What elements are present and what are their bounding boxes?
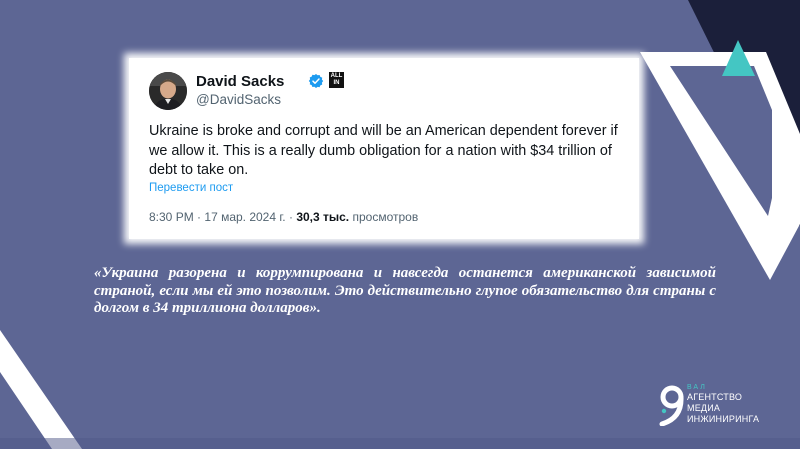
translate-post-link[interactable]: Перевести пост (149, 182, 233, 194)
affiliate-badge: ALL IN (329, 72, 344, 88)
author-name[interactable]: David Sacks (196, 73, 284, 90)
translation-quote: «Украина разорена и коррумпирована и нав… (94, 265, 716, 316)
bottom-dark-strip (0, 438, 800, 449)
views-count: 30,3 тыс. (296, 210, 350, 224)
logo-line-1: АГЕНТСТВО (687, 392, 743, 402)
logo-abbreviation: ВАЛ (687, 384, 707, 391)
tweet-time[interactable]: 8:30 PM (149, 210, 194, 224)
agency-logo-icon (659, 385, 684, 426)
tweet-text: Ukraine is broke and corrupt and will be… (149, 123, 618, 178)
logo-line-3: ИНЖИНИРИНГА (687, 414, 760, 424)
agency-logo-text: ВАЛ АГЕНТСТВО МЕДИА ИНЖИНИРИНГА (687, 383, 759, 425)
tweet-date[interactable]: 17 мар. 2024 г. (204, 210, 285, 224)
author-avatar[interactable] (149, 72, 187, 110)
tweet-meta: 8:30 PM · 17 мар. 2024 г. · 30,3 тыс. пр… (149, 210, 418, 224)
tweet-card: David Sacks ALL IN @DavidSacks Ukraine i… (129, 58, 639, 239)
author-handle[interactable]: @DavidSacks (196, 92, 281, 107)
verified-badge-icon (308, 74, 324, 88)
logo-line-2: МЕДИА (687, 403, 721, 413)
views-label: просмотров (352, 210, 419, 224)
